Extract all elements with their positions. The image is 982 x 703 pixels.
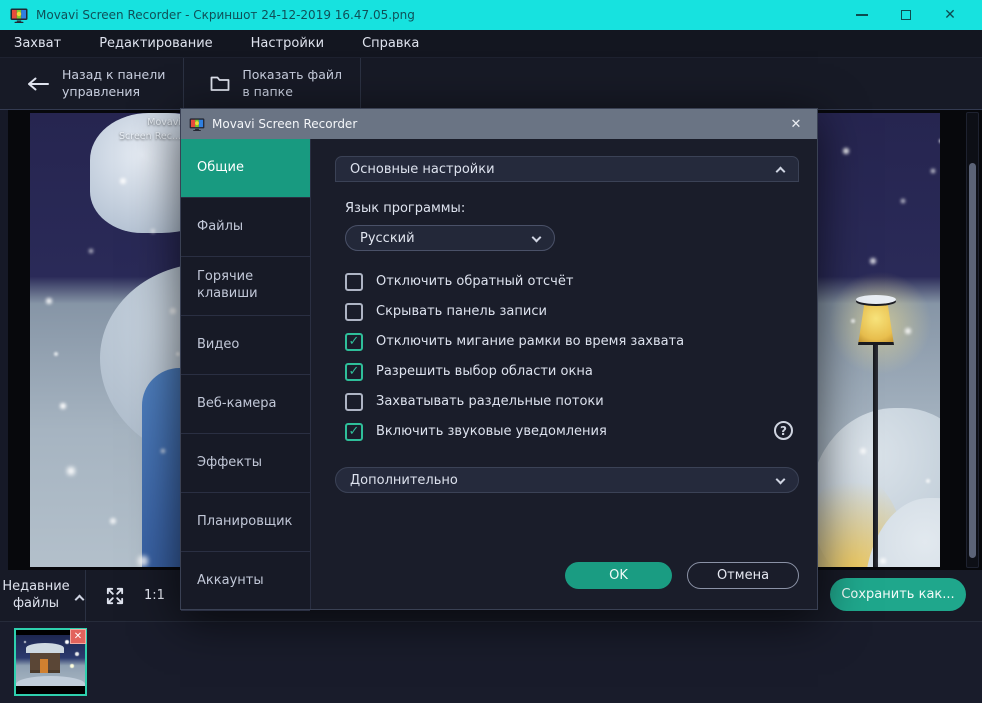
back-arrow-icon xyxy=(26,76,50,92)
chevron-up-icon xyxy=(74,595,84,605)
tab-effects[interactable]: Эффекты xyxy=(181,434,310,493)
menubar: Захват Редактирование Настройки Справка xyxy=(0,30,982,58)
checkbox[interactable]: ✓ xyxy=(345,423,363,441)
scrollbar-thumb[interactable] xyxy=(969,163,976,558)
window-controls: ✕ xyxy=(840,0,972,30)
vertical-scrollbar[interactable] xyxy=(966,112,979,568)
ok-button[interactable]: OK xyxy=(565,562,672,589)
show-file-button[interactable]: Показать файл в папке xyxy=(184,58,361,109)
language-selected-value: Русский xyxy=(360,231,415,246)
recent-files-button[interactable]: Недавние файлы xyxy=(0,570,86,622)
lamp-snow-cap xyxy=(856,295,896,304)
advanced-section-header[interactable]: Дополнительно xyxy=(335,467,799,493)
snowflakes xyxy=(30,113,32,115)
fit-to-screen-button[interactable] xyxy=(100,585,130,607)
lamppost xyxy=(873,341,878,567)
back-label-line1: Назад к панели xyxy=(62,67,165,84)
chevron-down-icon xyxy=(776,474,786,484)
advanced-section-title: Дополнительно xyxy=(350,473,458,488)
main-section-title: Основные настройки xyxy=(350,162,495,177)
remove-thumbnail-icon[interactable]: ✕ xyxy=(70,629,86,644)
checkbox-label: Скрывать панель записи xyxy=(376,304,547,319)
back-label-line2: управления xyxy=(62,84,165,101)
checkbox-row-hide-panel[interactable]: ✓ Скрывать панель записи xyxy=(345,302,799,321)
check-icon: ✓ xyxy=(349,424,360,439)
settings-tabs: Общие Файлы Горячие клавиши Видео Веб-ка… xyxy=(181,139,311,609)
tab-scheduler[interactable]: Планировщик xyxy=(181,493,310,552)
watermark-line1: Movavi xyxy=(103,116,181,130)
toolbar: Назад к панели управления Показать файл … xyxy=(0,58,982,110)
maximize-icon[interactable] xyxy=(884,0,928,30)
checkbox[interactable]: ✓ xyxy=(345,363,363,381)
check-icon: ✓ xyxy=(349,364,360,379)
folder-icon xyxy=(210,75,230,92)
chevron-up-icon xyxy=(776,166,786,176)
app-window: { "colors": { "titlebar_cyan": "#17e2df"… xyxy=(0,0,982,703)
language-label: Язык программы: xyxy=(345,201,799,216)
language-select[interactable]: Русский xyxy=(345,225,555,251)
checkbox[interactable]: ✓ xyxy=(345,303,363,321)
tab-accounts[interactable]: Аккаунты xyxy=(181,552,310,611)
checkbox-label: Разрешить выбор области окна xyxy=(376,364,593,379)
help-icon[interactable]: ? xyxy=(774,421,793,440)
tab-webcam[interactable]: Веб-камера xyxy=(181,375,310,434)
window-title: Movavi Screen Recorder - Скриншот 24-12-… xyxy=(36,8,840,22)
tab-hotkeys[interactable]: Горячие клавиши xyxy=(181,257,310,316)
expand-arrows-icon xyxy=(104,585,126,607)
checkbox-label: Отключить обратный отсчёт xyxy=(376,274,573,289)
minimize-icon[interactable] xyxy=(840,0,884,30)
menu-editing[interactable]: Редактирование xyxy=(99,36,230,51)
check-icon: ✓ xyxy=(349,334,360,349)
thumbnail-roof xyxy=(26,643,64,653)
dialog-buttons: OK Отмена xyxy=(565,562,799,589)
show-file-line2: в папке xyxy=(242,84,342,101)
settings-content: Основные настройки Язык программы: Русск… xyxy=(311,139,817,609)
checkbox-label: Захватывать раздельные потоки xyxy=(376,394,604,409)
show-file-line1: Показать файл xyxy=(242,67,342,84)
dialog-close-icon[interactable]: ✕ xyxy=(783,117,809,132)
dialog-titlebar: Movavi Screen Recorder ✕ xyxy=(181,109,817,139)
menu-settings[interactable]: Настройки xyxy=(251,36,342,51)
thumbnail-door xyxy=(40,659,48,673)
image-watermark: Movavi Screen Rec... xyxy=(103,116,181,144)
dialog-title: Movavi Screen Recorder xyxy=(212,117,783,131)
checkbox[interactable]: ✓ xyxy=(345,333,363,351)
menu-capture[interactable]: Захват xyxy=(14,36,79,51)
recent-files-line2: файлы xyxy=(2,596,69,612)
zoom-ratio-button[interactable]: 1:1 xyxy=(144,588,165,603)
thumbnail-strip: ✕ xyxy=(0,622,982,703)
tab-files[interactable]: Файлы xyxy=(181,198,310,257)
checkbox[interactable]: ✓ xyxy=(345,273,363,291)
checkbox-row-separate-streams[interactable]: ✓ Захватывать раздельные потоки xyxy=(345,392,799,411)
movavi-app-icon xyxy=(10,8,28,23)
dialog-body: Общие Файлы Горячие клавиши Видео Веб-ка… xyxy=(181,139,817,609)
close-icon[interactable]: ✕ xyxy=(928,0,972,30)
checkbox-row-disable-blinking[interactable]: ✓ Отключить мигание рамки во время захва… xyxy=(345,332,799,351)
recent-files-line1: Недавние xyxy=(2,579,69,595)
window-titlebar: Movavi Screen Recorder - Скриншот 24-12-… xyxy=(0,0,982,30)
checkbox-row-sound-notifications[interactable]: ✓ Включить звуковые уведомления ? xyxy=(345,422,799,441)
checkbox-list: ✓ Отключить обратный отсчёт ✓ Скрывать п… xyxy=(345,272,799,441)
cancel-button[interactable]: Отмена xyxy=(687,562,799,589)
back-to-panel-button[interactable]: Назад к панели управления xyxy=(0,58,184,109)
checkbox-label: Отключить мигание рамки во время захвата xyxy=(376,334,684,349)
chevron-down-icon xyxy=(532,232,542,242)
tab-video[interactable]: Видео xyxy=(181,316,310,375)
thumbnail-snowflakes xyxy=(16,635,18,637)
movavi-app-icon xyxy=(189,118,205,131)
checkbox[interactable]: ✓ xyxy=(345,393,363,411)
menu-help[interactable]: Справка xyxy=(362,36,437,51)
settings-dialog: Movavi Screen Recorder ✕ Общие Файлы Гор… xyxy=(180,108,818,610)
thumbnail-snow xyxy=(16,676,85,686)
main-settings-section-header[interactable]: Основные настройки xyxy=(335,156,799,182)
checkbox-row-disable-countdown[interactable]: ✓ Отключить обратный отсчёт xyxy=(345,272,799,291)
watermark-line2: Screen Rec... xyxy=(103,130,181,144)
recent-file-thumbnail[interactable]: ✕ xyxy=(14,628,87,696)
checkbox-row-window-area[interactable]: ✓ Разрешить выбор области окна xyxy=(345,362,799,381)
tab-general[interactable]: Общие xyxy=(181,139,310,198)
checkbox-label: Включить звуковые уведомления xyxy=(376,424,607,439)
save-as-button[interactable]: Сохранить как... xyxy=(830,578,966,611)
